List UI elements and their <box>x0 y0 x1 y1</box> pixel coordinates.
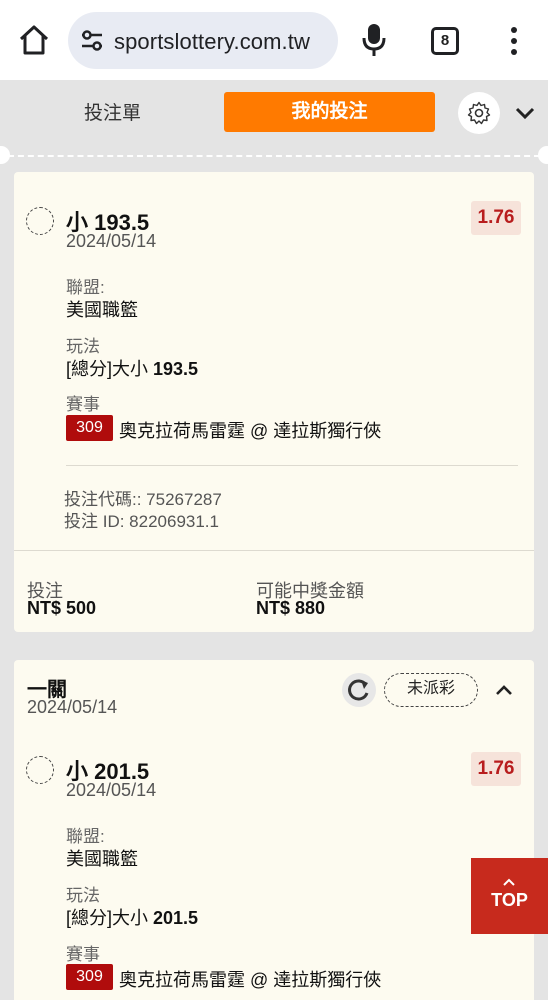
selection-date: 2024/05/14 <box>66 780 157 800</box>
more-vert-icon[interactable] <box>500 24 528 58</box>
site-settings-icon[interactable] <box>80 30 104 52</box>
mic-icon[interactable] <box>360 22 388 58</box>
tab-betslip[interactable]: 投注單 <box>40 94 185 134</box>
arrow-up-icon <box>503 878 515 886</box>
home-icon[interactable] <box>16 22 52 58</box>
event-name: 奧克拉荷馬雷霆 @ 達拉斯獨行俠 <box>119 421 382 441</box>
market-value: [總分]大小 193.5 <box>66 359 199 379</box>
browser-toolbar: sportslottery.com.tw 8 <box>0 0 548 80</box>
bet-id: 投注 ID: 82206931.1 <box>64 512 219 531</box>
scroll-top-label: TOP <box>491 890 528 910</box>
bet-card: 一關 2024/05/14 未派彩 小 201.5 2024/05/14 1.7… <box>14 660 534 1000</box>
league-value: 美國職籃 <box>66 300 138 320</box>
event-name: 奧克拉荷馬雷霆 @ 達拉斯獨行俠 <box>119 970 382 990</box>
market-label: 玩法 <box>66 337 100 356</box>
stake-value: NT$ 500 <box>27 598 97 618</box>
selection-date: 2024/05/14 <box>66 231 157 251</box>
league-value: 美國職籃 <box>66 849 138 869</box>
event-label: 賽事 <box>66 945 100 964</box>
odds-badge: 1.76 <box>471 201 521 235</box>
league-label: 聯盟: <box>66 278 105 297</box>
tab-my-bets[interactable]: 我的投注 <box>224 92 435 132</box>
bet-tab-bar: 投注單 我的投注 <box>0 80 548 154</box>
address-bar[interactable]: sportslottery.com.tw <box>68 12 338 69</box>
dashed-divider <box>8 155 540 157</box>
chevron-up-icon[interactable] <box>494 680 514 700</box>
divider <box>14 550 534 551</box>
ticket-notch-right <box>538 146 548 164</box>
market-value: [總分]大小 201.5 <box>66 908 199 928</box>
event-label: 賽事 <box>66 395 100 414</box>
gear-icon[interactable] <box>458 92 500 134</box>
status-badge: 未派彩 <box>384 673 478 707</box>
tabs-icon[interactable]: 8 <box>431 27 459 55</box>
scroll-top-button[interactable]: TOP <box>471 858 548 934</box>
url-text[interactable]: sportslottery.com.tw <box>114 29 310 55</box>
payout-value: NT$ 880 <box>256 598 326 618</box>
refresh-icon[interactable] <box>342 673 376 707</box>
select-radio[interactable] <box>26 207 54 235</box>
chevron-down-icon[interactable] <box>514 102 536 124</box>
divider <box>66 465 518 466</box>
bet-card: 小 193.5 2024/05/14 1.76 聯盟: 美國職籃 玩法 [總分]… <box>14 172 534 632</box>
ticket-date: 2024/05/14 <box>27 697 118 717</box>
odds-badge: 1.76 <box>471 752 521 786</box>
market-label: 玩法 <box>66 886 100 905</box>
select-radio[interactable] <box>26 756 54 784</box>
league-label: 聯盟: <box>66 827 105 846</box>
event-code-badge: 309 <box>66 964 113 990</box>
event-code-badge: 309 <box>66 415 113 441</box>
